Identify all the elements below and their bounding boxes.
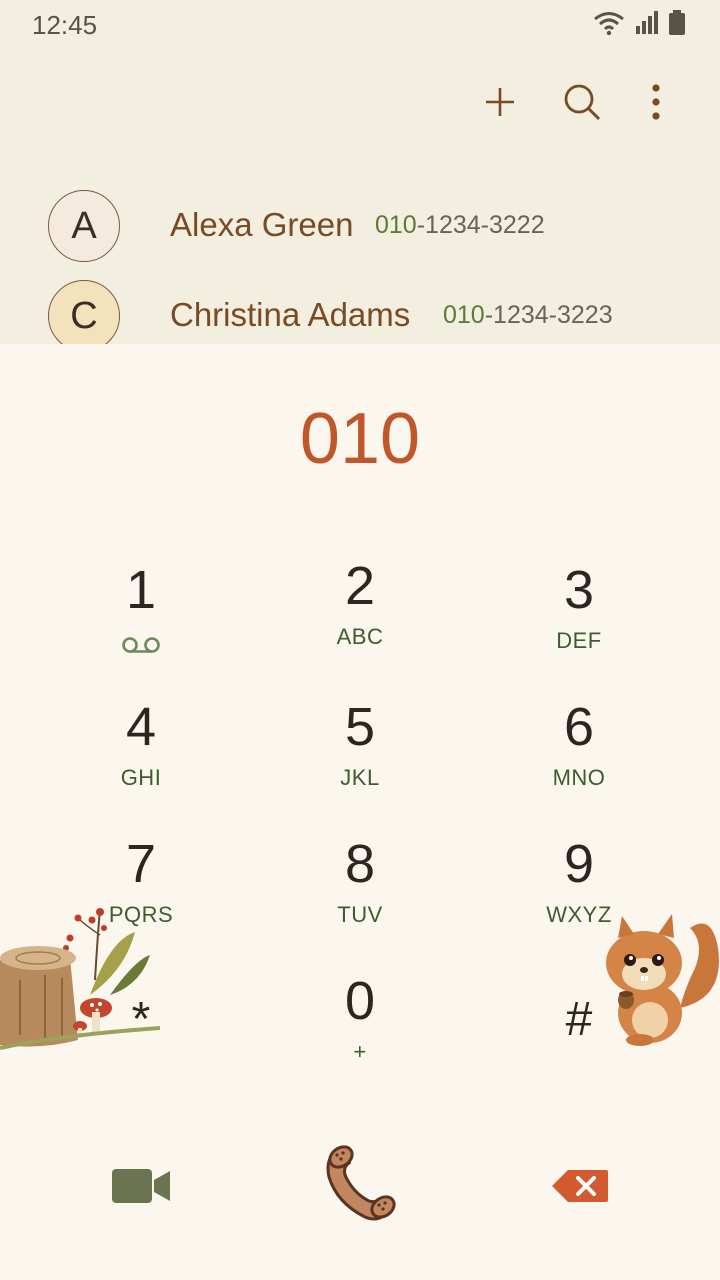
- key-digit: 6: [563, 697, 595, 757]
- key-digit: 1: [125, 560, 157, 620]
- contact-suggestion-row[interactable]: A Alexa Green 010-1234-3222: [0, 186, 720, 266]
- contact-suggestion-row[interactable]: C Christina Adams 010-1234-3223: [0, 276, 720, 344]
- number-rest: -1234-3222: [416, 211, 545, 239]
- key-6[interactable]: 6 MNO: [479, 697, 679, 817]
- key-letters: TUV: [337, 902, 383, 927]
- key-letters: GHI: [120, 765, 162, 790]
- key-digit: 7: [125, 834, 157, 894]
- key-2[interactable]: 2 ABC: [260, 556, 460, 676]
- key-3[interactable]: 3 DEF: [479, 560, 679, 680]
- number-match: 010: [443, 301, 485, 329]
- contact-number: 010-1234-3222: [375, 211, 545, 240]
- status-bar: 12:45: [0, 0, 720, 50]
- key-1[interactable]: 1: [41, 560, 241, 680]
- key-digit: 3: [563, 560, 595, 620]
- add-contact-button[interactable]: [476, 80, 524, 128]
- battery-icon: [668, 10, 686, 41]
- key-digit: 2: [344, 556, 376, 616]
- key-letters: MNO: [552, 765, 606, 790]
- video-call-button[interactable]: [102, 1148, 182, 1228]
- search-icon: [562, 82, 602, 127]
- key-digit: 9: [563, 834, 595, 894]
- key-4[interactable]: 4 GHI: [41, 697, 241, 817]
- key-digit: *: [131, 993, 151, 1046]
- key-8[interactable]: 8 TUV: [260, 834, 460, 954]
- contact-name: Christina Adams: [170, 296, 411, 333]
- key-0[interactable]: 0 +: [260, 971, 460, 1091]
- call-button[interactable]: [321, 1144, 401, 1224]
- avatar-initial: C: [70, 294, 98, 337]
- key-letters: ABC: [336, 624, 384, 649]
- squirrel-illustration: [600, 908, 720, 1053]
- contact-name: Alexa Green: [170, 206, 354, 243]
- search-button[interactable]: [558, 80, 606, 128]
- more-vert-icon: [650, 83, 662, 125]
- key-digit: 8: [344, 834, 376, 894]
- video-call-icon: [110, 1165, 174, 1212]
- more-options-button[interactable]: [632, 80, 680, 128]
- key-digit: 5: [344, 697, 376, 757]
- key-digit: 0: [344, 971, 376, 1031]
- contact-number: 010-1234-3223: [443, 301, 613, 330]
- key-letters: DEF: [556, 628, 602, 653]
- number-match: 010: [375, 211, 417, 239]
- key-star[interactable]: *: [41, 990, 241, 1110]
- wifi-icon: [592, 10, 626, 41]
- number-rest: -1234-3223: [484, 301, 613, 329]
- dialed-number-display[interactable]: 010: [0, 398, 720, 480]
- phone-call-icon: [323, 1141, 399, 1228]
- key-letters: +: [353, 1039, 367, 1064]
- backspace-button[interactable]: [540, 1148, 620, 1228]
- contact-avatar: C: [48, 280, 120, 344]
- backspace-icon: [550, 1168, 610, 1209]
- key-5[interactable]: 5 JKL: [260, 697, 460, 817]
- avatar-initial: A: [71, 204, 97, 247]
- signal-icon: [634, 10, 660, 41]
- contact-avatar: A: [48, 190, 120, 262]
- status-time: 12:45: [32, 10, 98, 40]
- key-digit: 4: [125, 697, 157, 757]
- plus-icon: [484, 86, 516, 123]
- key-letters: JKL: [340, 765, 380, 790]
- voicemail-icon: [41, 634, 241, 660]
